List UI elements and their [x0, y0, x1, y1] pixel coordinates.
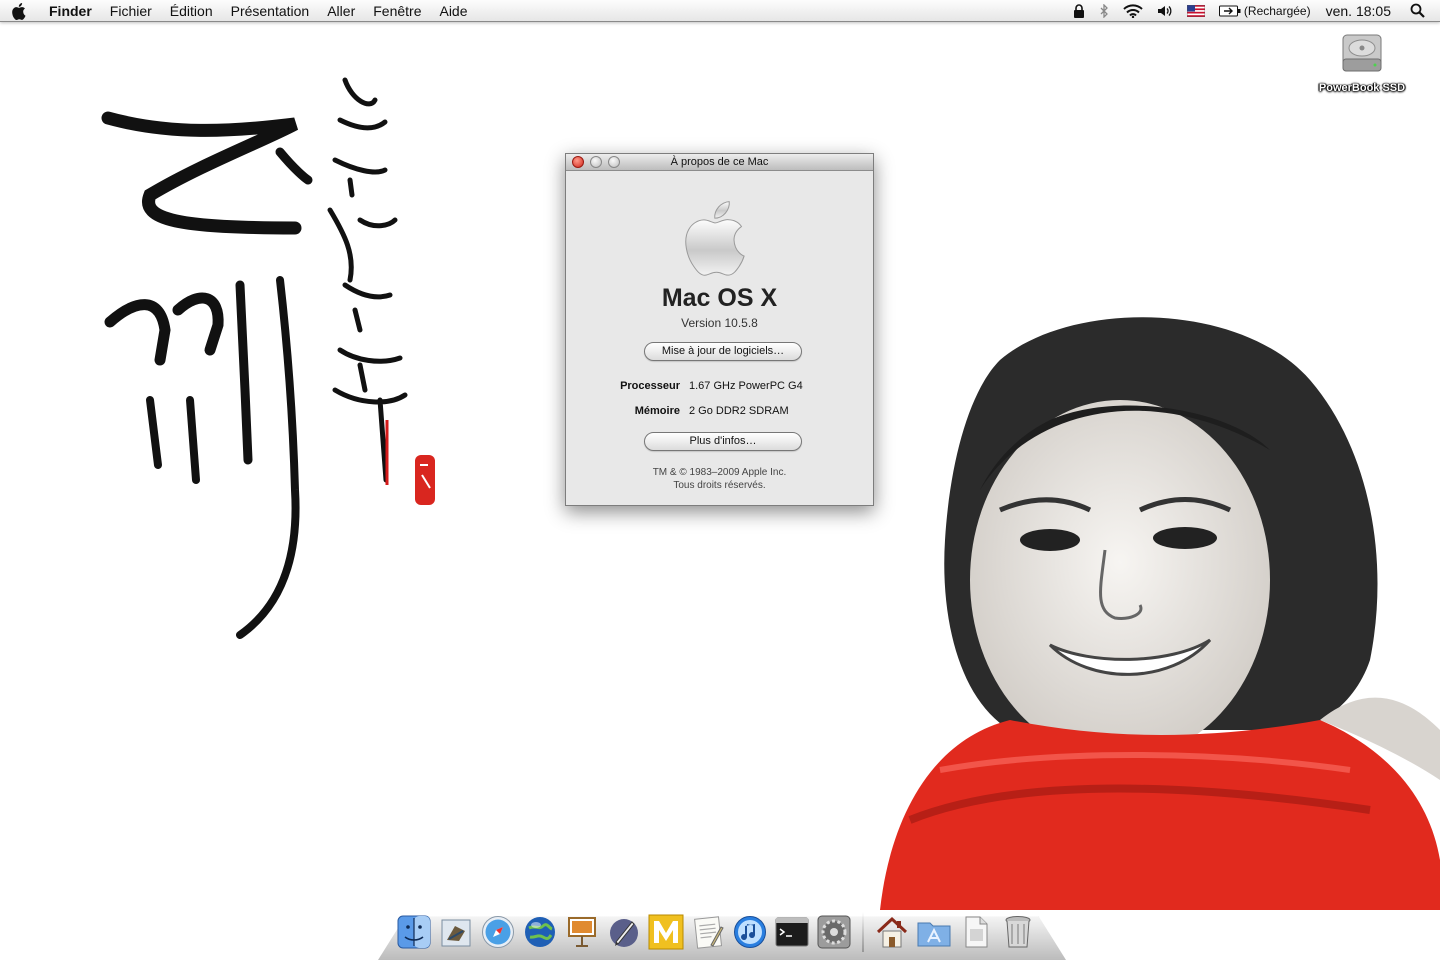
processor-row: Processeur 1.67 GHz PowerPC G4	[566, 380, 873, 392]
dock-textedit[interactable]	[690, 912, 726, 952]
safari-icon	[482, 916, 514, 948]
menu-finder[interactable]: Finder	[40, 0, 101, 22]
menu-fichier[interactable]: Fichier	[101, 0, 161, 22]
mail-icon	[441, 919, 471, 947]
dock-itunes[interactable]	[732, 912, 768, 952]
dock-camino[interactable]	[522, 912, 558, 952]
trash-icon	[1005, 916, 1031, 948]
home-icon	[876, 916, 908, 948]
dock-system-preferences[interactable]	[816, 912, 852, 952]
menu-fenetre[interactable]: Fenêtre	[364, 0, 430, 22]
document-icon	[965, 916, 988, 948]
apple-icon	[12, 2, 26, 20]
bluetooth-status[interactable]	[1092, 0, 1116, 22]
input-menu[interactable]	[1180, 0, 1212, 22]
window-title: À propos de ce Mac	[670, 156, 769, 168]
about-this-mac-window: À propos de ce Mac Mac OS X Version 10.5…	[565, 153, 874, 506]
dock-home-folder[interactable]	[874, 912, 910, 952]
menu-presentation[interactable]: Présentation	[222, 0, 319, 22]
apple-logo-icon	[685, 201, 745, 276]
desktop-volume-label: PowerBook SSD	[1318, 82, 1406, 94]
pen-icon	[610, 919, 638, 947]
keynote-icon	[568, 917, 596, 947]
software-update-button[interactable]: Mise à jour de logiciels…	[644, 342, 802, 361]
finder-icon	[397, 915, 431, 949]
menu-clock[interactable]: ven. 18:05	[1318, 0, 1403, 22]
close-button[interactable]	[572, 156, 584, 168]
battery-icon	[1218, 5, 1241, 16]
legal-line-2: Tous droits réservés.	[673, 480, 766, 491]
desktop-volume[interactable]: PowerBook SSD	[1304, 30, 1420, 94]
status-menus: (Rechargée) ven. 18:05	[1066, 0, 1440, 22]
hard-drive-icon	[1342, 34, 1382, 72]
window-controls	[572, 156, 620, 168]
dock-document[interactable]	[958, 912, 994, 952]
dock-mail[interactable]	[438, 912, 474, 952]
dock-separator	[862, 912, 864, 952]
dock-finder[interactable]	[396, 912, 432, 952]
menu-aide[interactable]: Aide	[430, 0, 476, 22]
battery-status[interactable]: (Rechargée)	[1212, 0, 1318, 22]
applications-folder-icon	[917, 922, 951, 947]
dock-keynote[interactable]	[564, 912, 600, 952]
wallpaper-calligraphy	[101, 77, 435, 639]
bluetooth-icon	[1100, 3, 1108, 18]
menu-bar: Finder Fichier Édition Présentation Alle…	[0, 0, 1440, 22]
dock-pen-app[interactable]	[606, 912, 642, 952]
legal-line-1: TM & © 1983–2009 Apple Inc.	[652, 467, 787, 478]
us-flag-icon	[1186, 4, 1205, 17]
minimize-button[interactable]	[590, 156, 602, 168]
apple-menu[interactable]	[0, 0, 40, 22]
m-app-icon	[648, 914, 684, 950]
os-name: Mac OS X	[661, 284, 778, 312]
lock-icon	[1073, 3, 1084, 18]
keychain-status[interactable]	[1066, 0, 1092, 22]
zoom-button[interactable]	[608, 156, 620, 168]
volume-status[interactable]	[1150, 0, 1180, 22]
dock-trash[interactable]	[1000, 912, 1036, 952]
gear-icon	[817, 915, 851, 949]
legal-notice: TM & © 1983–2009 Apple Inc. Tous droits …	[566, 466, 873, 492]
spotlight-button[interactable]	[1403, 0, 1432, 22]
wifi-status[interactable]	[1116, 0, 1150, 22]
globe-icon	[525, 917, 555, 947]
menu-aller[interactable]: Aller	[318, 0, 364, 22]
volume-icon	[1157, 5, 1172, 16]
dock	[396, 902, 1036, 952]
spotlight-icon	[1410, 3, 1425, 18]
processor-value: 1.67 GHz PowerPC G4	[689, 380, 803, 392]
itunes-icon	[734, 916, 766, 948]
window-titlebar[interactable]: À propos de ce Mac	[566, 154, 873, 171]
dock-applications-folder[interactable]	[916, 912, 952, 952]
terminal-icon	[775, 917, 809, 947]
dock-m-app[interactable]	[648, 912, 684, 952]
memory-value: 2 Go DDR2 SDRAM	[689, 405, 789, 417]
dock-terminal[interactable]	[774, 912, 810, 952]
wallpaper-portrait	[880, 317, 1440, 910]
wifi-icon	[1123, 3, 1143, 18]
more-info-button[interactable]: Plus d'infos…	[644, 432, 802, 451]
os-version: Version 10.5.8	[681, 316, 758, 330]
menu-edition[interactable]: Édition	[161, 0, 222, 22]
processor-label: Processeur	[620, 380, 680, 392]
dock-safari[interactable]	[480, 912, 516, 952]
memory-row: Mémoire 2 Go DDR2 SDRAM	[566, 405, 873, 417]
textedit-icon	[694, 916, 724, 949]
battery-status-text: (Rechargée)	[1243, 3, 1311, 18]
memory-label: Mémoire	[634, 405, 680, 417]
